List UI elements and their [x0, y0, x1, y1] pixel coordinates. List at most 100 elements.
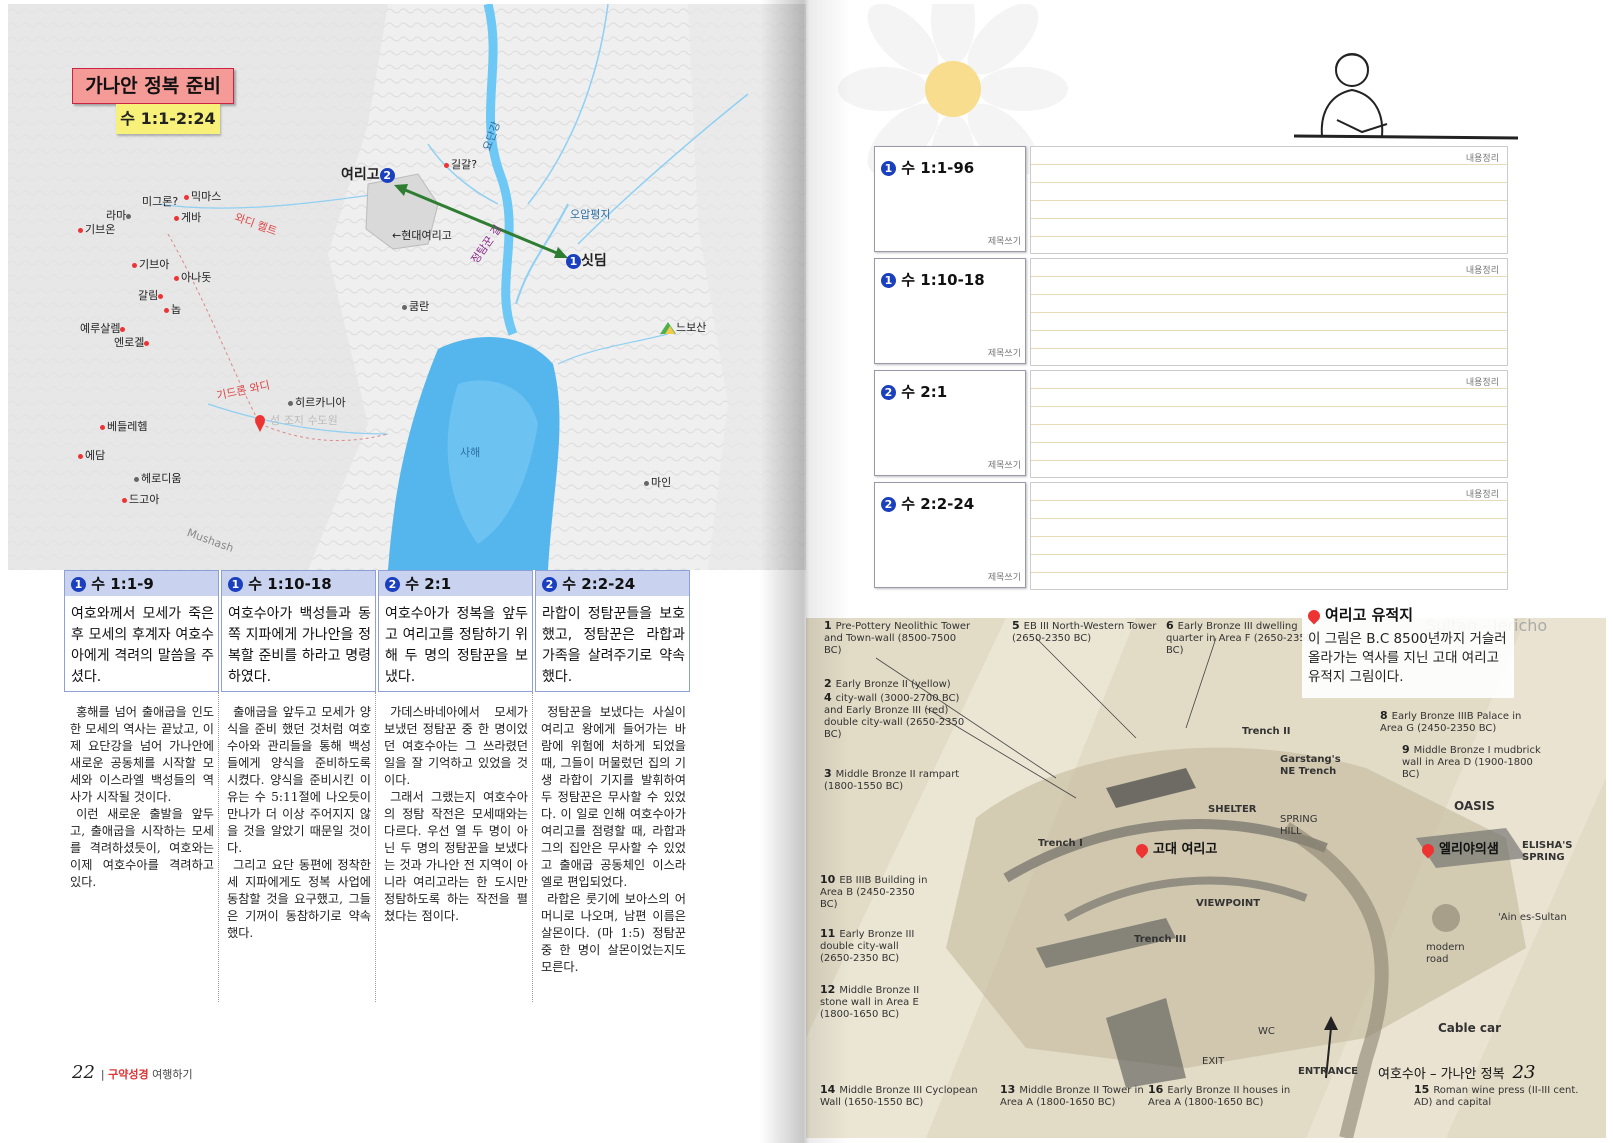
column-head: 1 수 1:10-18 — [221, 570, 376, 596]
place-gibeah: 기브아 — [132, 256, 169, 272]
canaan-map: 가나안 정복 준비 수 1:1-2:24 여리고 2 길갈? 미그론? 믹마스 라… — [8, 4, 806, 570]
label-viewpoint: VIEWPOINT — [1196, 898, 1261, 909]
badge-shittim: 1 — [566, 253, 581, 269]
note-lines[interactable]: 내용정리 — [1030, 146, 1508, 254]
note-label: 1 수 1:1-96 제목쓰기 — [874, 146, 1026, 252]
legend-9: 9 Middle Bronze I mudbrick wall in Area D… — [1402, 743, 1541, 781]
note-row-1: 1 수 1:1-96 제목쓰기 내용정리 — [874, 146, 1510, 254]
callout-body: 이 그림은 B.C 8500년까지 거슬러 올라가는 역사를 지닌 고대 여리고… — [1308, 631, 1507, 685]
label-modern-road: modern road — [1426, 942, 1465, 965]
legend-2: 2 Early Bronze II (yellow) — [824, 677, 951, 691]
place-qumran: 쿰란 — [402, 298, 429, 314]
location-pin-icon — [1419, 841, 1437, 858]
label-spring-hill: SPRING HILL — [1280, 814, 1318, 837]
map-title: 가나안 정복 준비 — [72, 68, 234, 104]
label-exit: EXIT — [1202, 1056, 1225, 1067]
note-label: 1 수 1:10-18 제목쓰기 — [874, 258, 1026, 364]
column-badge: 1 — [71, 577, 86, 592]
note-badge: 1 — [881, 161, 896, 176]
note-content-hint: 내용정리 — [1465, 487, 1499, 500]
column-badge: 2 — [542, 577, 557, 592]
column-summary: 여호수아가 백성들과 동쪽 지파에게 가나안을 정복할 준비를 하라고 명령하였… — [221, 596, 376, 692]
note-row-3: 2 수 2:1 제목쓰기 내용정리 — [874, 370, 1510, 478]
legend-3: 3 Middle Bronze II rampart (1800-1550 BC) — [824, 767, 960, 793]
place-migron: 미그론? — [142, 195, 179, 208]
label-shelter: SHELTER — [1208, 804, 1257, 815]
column-body: 정탐꾼을 보냈다는 사실이 여리고 왕에게 들어가는 바람에 위험에 처하게 되… — [541, 705, 686, 974]
place-shittim: 1 싯딤 — [566, 250, 607, 270]
column-head: 2 수 2:1 — [378, 570, 533, 596]
note-lines[interactable]: 내용정리 — [1030, 258, 1508, 366]
note-title-hint: 제목쓰기 — [987, 573, 1021, 583]
note-badge: 2 — [881, 497, 896, 512]
note-row-4: 2 수 2:2-24 제목쓰기 내용정리 — [874, 482, 1510, 590]
label-trench3: Trench III — [1134, 934, 1187, 945]
place-etam: 에담 — [78, 447, 105, 463]
note-lines[interactable]: 내용정리 — [1030, 482, 1508, 590]
callout-title: 여리고 유적지 — [1305, 604, 1413, 625]
column-head: 1 수 1:1-9 — [64, 570, 219, 596]
left-page: 가나안 정복 준비 수 1:1-2:24 여리고 2 길갈? 미그론? 믹마스 라… — [8, 4, 806, 1138]
place-herodium: 헤로디움 — [134, 470, 181, 486]
column-summary: 라합이 정탐꾼들을 보호했고, 정탐꾼은 라합과 가족을 살려주기로 약속했다. — [535, 596, 690, 692]
badge-jericho: 2 — [379, 167, 395, 183]
place-gallim: 갈림 — [138, 287, 165, 303]
folio-left: 22 | 구약성경 여행하기 — [72, 1062, 193, 1083]
label-wc: WC — [1258, 1026, 1275, 1037]
column-3: 2 수 2:1 여호수아가 정복을 앞두고 여리고를 정탐하기 위해 두 명의 … — [378, 570, 533, 1002]
place-geba: 게바 — [174, 209, 201, 225]
legend-1: 1 Pre-Pottery Neolithic Tower and Town-wa… — [824, 619, 971, 657]
place-anathoth: 아나돗 — [174, 269, 211, 285]
legend-15: 15 Roman wine press (II-III cent. AD) and… — [1414, 1083, 1579, 1109]
label-trench1: Trench I — [1038, 838, 1083, 849]
page-number: 22 — [72, 1062, 95, 1083]
place-gilgal: 길갈? — [444, 156, 477, 172]
place-hyrcania: 히르카니아 — [288, 394, 346, 410]
label-entrance: ENTRANCE — [1298, 1066, 1358, 1077]
place-enrogel: 엔로겔 — [114, 334, 151, 350]
label-garstang: Garstang's NE Trench — [1280, 754, 1341, 777]
column-summary: 여호와께서 모세가 죽은 후 모세의 후계자 여호수아에게 격려의 말씀을 주셨… — [64, 596, 219, 692]
tag-ancient-jericho: 고대 여리고 — [1133, 838, 1217, 858]
label-moab-plain: 오압평지 — [570, 208, 611, 221]
reading-man-illustration — [1293, 53, 1519, 140]
legend-6: 6 Early Bronze III dwelling quarter in Ar… — [1166, 619, 1313, 657]
label-ain: 'Ain es-Sultan — [1498, 912, 1567, 923]
legend-11: 11 Early Bronze III double city-wall (265… — [820, 927, 915, 965]
label-elisha-spring: ELISHA'S SPRING — [1522, 840, 1573, 863]
chapter-title: 여호수아 – 가나안 정복 — [1378, 1067, 1505, 1082]
place-jericho: 여리고 2 — [341, 164, 395, 184]
location-pin-icon — [1133, 841, 1151, 858]
place-michmash: 믹마스 — [184, 188, 221, 204]
map-subtitle: 수 1:1-2:24 — [116, 104, 220, 134]
jericho-site-callout: 여리고 유적지 이 그림은 B.C 8500년까지 거슬러 올라가는 역사를 지… — [1302, 602, 1514, 698]
note-content-hint: 내용정리 — [1465, 263, 1499, 276]
legend-8: 8 Early Bronze IIIB Palace in Area G (245… — [1380, 709, 1522, 735]
right-page: 1 수 1:1-96 제목쓰기 내용정리 1 수 1:10-18 제목쓰기 내용… — [806, 4, 1606, 1138]
column-badge: 2 — [385, 577, 400, 592]
book-title: | 구약성경 여행하기 — [100, 1068, 193, 1081]
tag-elisha-spring: 엘리야의샘 — [1419, 838, 1499, 858]
column-badge: 1 — [228, 577, 243, 592]
note-row-2: 1 수 1:10-18 제목쓰기 내용정리 — [874, 258, 1510, 366]
column-2: 1 수 1:10-18 여호수아가 백성들과 동쪽 지파에게 가나안을 정복할 … — [221, 570, 376, 1002]
note-title-hint: 제목쓰기 — [987, 237, 1021, 247]
column-1: 1 수 1:1-9 여호와께서 모세가 죽은 후 모세의 후계자 여호수아에게 … — [64, 570, 219, 1002]
location-pin-icon — [1305, 607, 1323, 624]
place-bethlehem: 베들레헴 — [100, 418, 147, 434]
column-4: 2 수 2:2-24 라합이 정탐꾼들을 보호했고, 정탐꾼은 라합과 가족을 … — [535, 570, 690, 1002]
label-dead-sea: 사해 — [460, 446, 481, 459]
note-label: 2 수 2:1 제목쓰기 — [874, 370, 1026, 476]
place-main: 마인 — [644, 474, 671, 490]
legend-12: 12 Middle Bronze II stone wall in Area E … — [820, 983, 920, 1021]
note-title-hint: 제목쓰기 — [987, 461, 1021, 471]
column-body: 가데스바네아에서 모세가 보냈던 정탐꾼 중 한 명이었던 여호수아는 그 쓰라… — [378, 692, 533, 1002]
place-tekoa: 드고아 — [122, 491, 159, 507]
legend-4: 4 city-wall (3000-2700 BC) and Early Bron… — [824, 691, 965, 741]
legend-16: 16 Early Bronze II houses in Area A (1800… — [1148, 1083, 1291, 1109]
folio-right: 여호수아 – 가나안 정복 23 — [1378, 1062, 1535, 1083]
book-spread: 가나안 정복 준비 수 1:1-2:24 여리고 2 길갈? 미그론? 믹마스 라… — [0, 0, 1613, 1143]
note-badge: 2 — [881, 385, 896, 400]
legend-14: 14 Middle Bronze III Cyclopean Wall (1650… — [820, 1083, 978, 1109]
note-lines[interactable]: 내용정리 — [1030, 370, 1508, 478]
